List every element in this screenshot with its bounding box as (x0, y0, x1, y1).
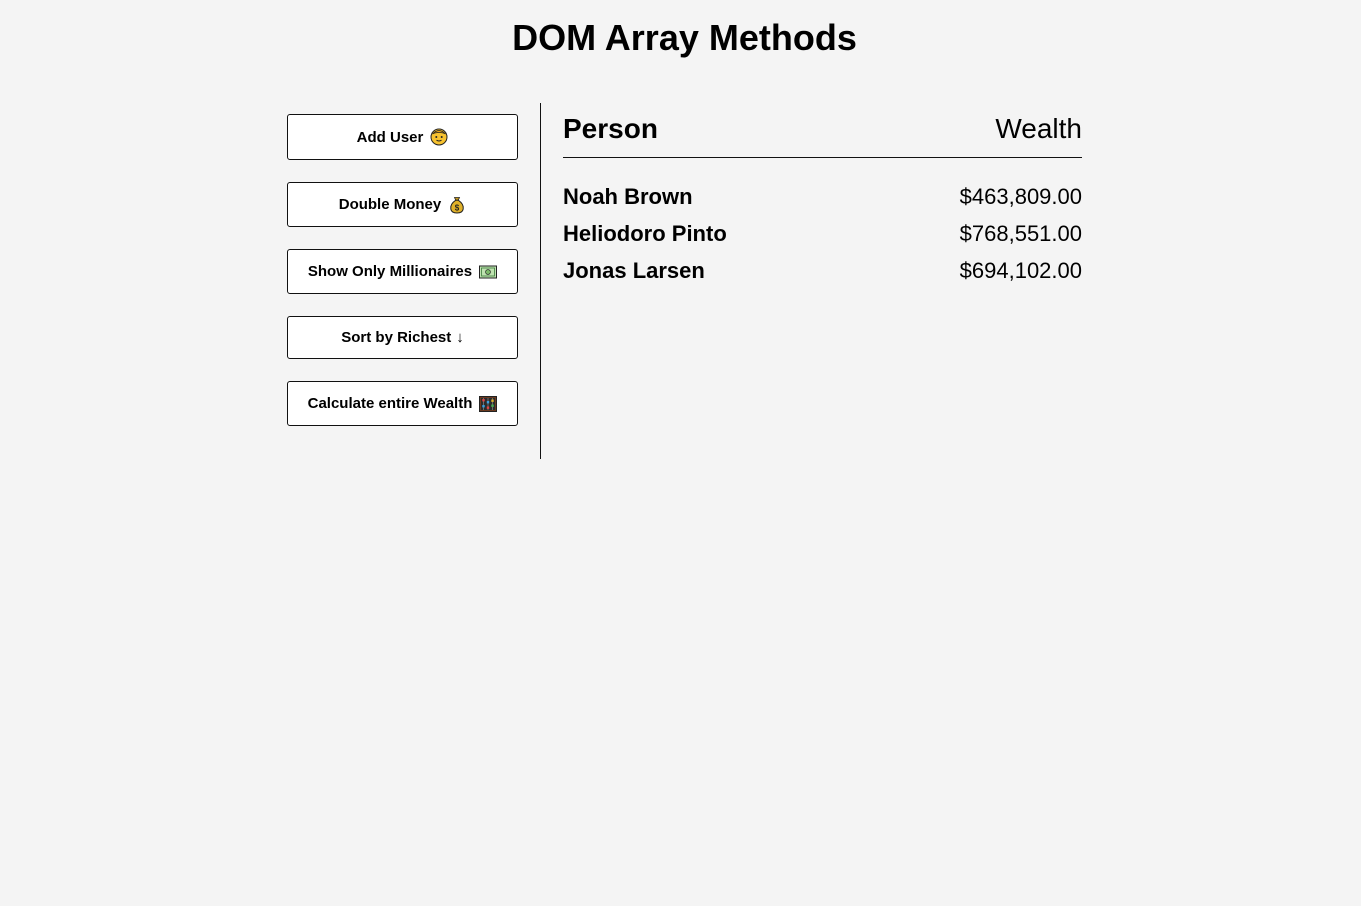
person-list: Noah Brown $463,809.00 Heliodoro Pinto $… (563, 178, 1082, 289)
person-face-icon (430, 128, 448, 146)
calculate-wealth-label: Calculate entire Wealth (307, 395, 473, 412)
add-user-button[interactable]: Add User (287, 114, 518, 160)
person-wealth: $768,551.00 (959, 220, 1082, 246)
person-row: Heliodoro Pinto $768,551.00 (563, 215, 1082, 252)
page-title: DOM Array Methods (512, 17, 857, 58)
double-money-button[interactable]: Double Money $ (287, 182, 518, 227)
money-bag-icon: $ (448, 196, 466, 214)
sort-richest-label: Sort by Richest (341, 329, 452, 346)
calculate-wealth-button[interactable]: Calculate entire Wealth (287, 381, 518, 426)
dollar-banknote-icon (479, 265, 498, 279)
show-millionaires-label: Show Only Millionaires (307, 263, 473, 280)
arrow-down-icon: ↓ (456, 329, 464, 346)
person-row: Jonas Larsen $694,102.00 (563, 252, 1082, 289)
person-row: Noah Brown $463,809.00 (563, 178, 1082, 215)
abacus-icon (479, 395, 498, 412)
person-name: Noah Brown (563, 183, 693, 209)
double-money-label: Double Money (338, 196, 442, 213)
add-user-label: Add User (356, 128, 424, 146)
svg-text:$: $ (455, 203, 460, 212)
wealth-column-header: Wealth (995, 113, 1082, 144)
person-wealth: $463,809.00 (959, 183, 1082, 209)
table-header: Person Wealth (563, 103, 1082, 158)
sidebar: Add User Double Money $ Show Only Millio… (287, 103, 541, 459)
person-name: Jonas Larsen (563, 257, 705, 283)
sort-richest-button[interactable]: Sort by Richest ↓ (287, 316, 518, 359)
person-wealth: $694,102.00 (959, 257, 1082, 283)
person-name: Heliodoro Pinto (563, 220, 727, 246)
show-millionaires-button[interactable]: Show Only Millionaires (287, 249, 518, 294)
person-column-header: Person (563, 113, 658, 144)
wealth-table: Person Wealth Noah Brown $463,809.00 Hel… (563, 103, 1082, 289)
